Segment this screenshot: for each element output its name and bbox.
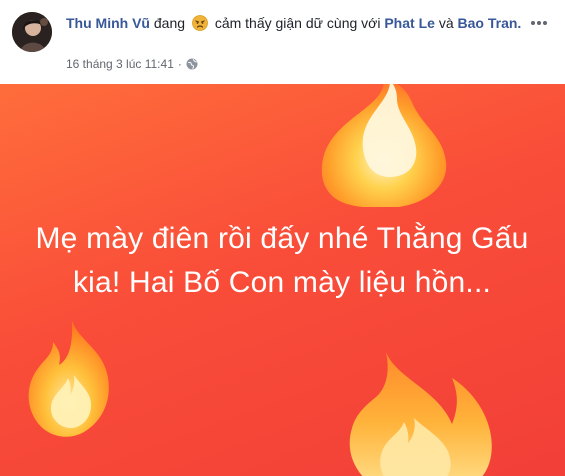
avatar-image: [12, 12, 52, 52]
and-word: và: [438, 15, 454, 31]
feeling-prefix: đang: [153, 15, 186, 31]
more-icon: [530, 13, 548, 31]
author-name-link[interactable]: Thu Minh Vũ: [66, 15, 150, 31]
fire-icon-bottom-right: [349, 352, 492, 476]
meta-separator: ·: [177, 57, 182, 71]
avatar[interactable]: [12, 12, 52, 52]
tagged-user-2-link[interactable]: Bao Tran.: [458, 15, 522, 31]
tagged-user-1-link[interactable]: Phat Le: [384, 15, 435, 31]
post-header: Thu Minh Vũ đang cảm thấy giận dữ cùng v…: [0, 0, 565, 84]
feeling-text: cảm thấy giận dữ cùng với: [214, 15, 381, 31]
post-meta: 16 tháng 3 lúc 11:41 ·: [66, 56, 198, 72]
post-header-text: Thu Minh Vũ đang cảm thấy giận dữ cùng v…: [66, 13, 526, 33]
fire-icon-left: [28, 321, 109, 437]
status-message: Mẹ mày điên rồi đấy nhé Thằng Gấu kia! H…: [35, 222, 529, 299]
globe-icon[interactable]: [186, 58, 198, 70]
post-card: Thu Minh Vũ đang cảm thấy giận dữ cùng v…: [0, 0, 565, 476]
post-timestamp[interactable]: 16 tháng 3 lúc 11:41: [66, 56, 174, 72]
status-background-card: Mẹ mày điên rồi đấy nhé Thằng Gấu kia! H…: [0, 84, 565, 476]
fire-icon-top-right: [321, 84, 447, 207]
angry-face-icon: [192, 15, 208, 31]
more-options-button[interactable]: [527, 10, 551, 34]
